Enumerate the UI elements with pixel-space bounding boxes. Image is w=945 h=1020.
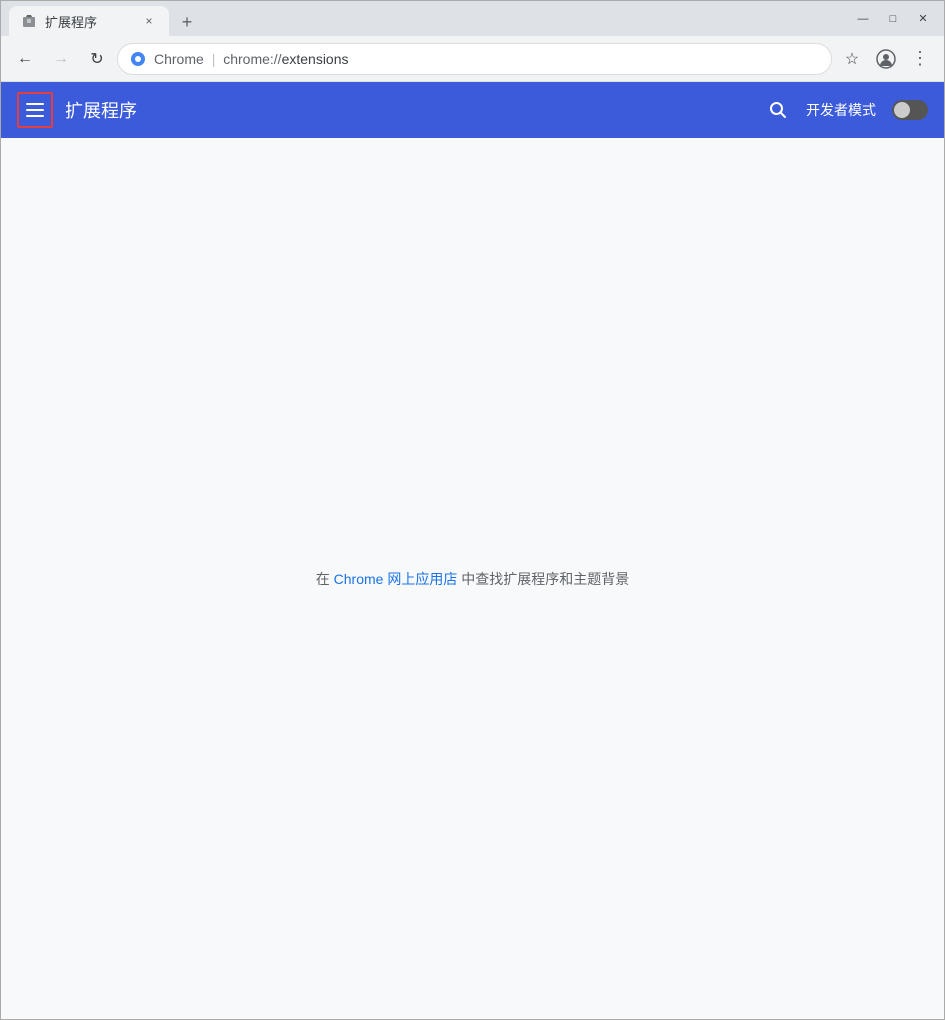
address-text: Chrome | chrome://extensions <box>154 51 819 67</box>
close-button[interactable]: ✕ <box>910 9 936 29</box>
address-host: extensions <box>282 51 349 67</box>
bookmark-button[interactable]: ☆ <box>836 43 868 75</box>
search-button[interactable] <box>766 98 790 122</box>
tab-title: 扩展程序 <box>45 12 133 31</box>
address-prefix: Chrome <box>154 51 204 67</box>
empty-text-suffix: 中查找扩展程序和主题背景 <box>461 571 629 587</box>
dev-mode-label: 开发者模式 <box>806 100 876 120</box>
title-bar: 扩展程序 × + — □ ✕ <box>1 1 944 36</box>
empty-state-message: 在 Chrome 网上应用店 中查找扩展程序和主题背景 <box>316 569 629 589</box>
address-separator: | <box>212 51 216 67</box>
account-button[interactable] <box>870 43 902 75</box>
hamburger-line-1 <box>26 103 44 105</box>
back-button[interactable]: ← <box>9 43 41 75</box>
extensions-header: 扩展程序 开发者模式 <box>1 82 944 138</box>
new-tab-button[interactable]: + <box>173 8 201 36</box>
dev-mode-toggle[interactable] <box>892 100 928 120</box>
active-tab[interactable]: 扩展程序 × <box>9 6 169 36</box>
main-content: 在 Chrome 网上应用店 中查找扩展程序和主题背景 <box>1 138 944 1019</box>
address-bar[interactable]: Chrome | chrome://extensions <box>117 43 832 75</box>
nav-right-controls: ☆ ⋮ <box>836 43 936 75</box>
favicon <box>130 51 146 67</box>
minimize-button[interactable]: — <box>850 9 876 29</box>
window-controls: — □ ✕ <box>850 9 936 29</box>
forward-button[interactable]: → <box>45 43 77 75</box>
sidebar-menu-button[interactable] <box>17 92 53 128</box>
page-title: 扩展程序 <box>65 97 137 123</box>
hamburger-line-3 <box>26 115 44 117</box>
tab-strip: 扩展程序 × + <box>9 1 201 36</box>
empty-text-prefix: 在 <box>316 571 330 587</box>
chrome-webstore-link[interactable]: Chrome 网上应用店 <box>334 571 458 587</box>
maximize-button[interactable]: □ <box>880 9 906 29</box>
browser-window: 扩展程序 × + — □ ✕ ← → ↻ Chrome | chro <box>0 0 945 1020</box>
address-scheme: chrome:// <box>223 51 281 67</box>
navigation-bar: ← → ↻ Chrome | chrome://extensions ☆ <box>1 36 944 82</box>
extension-icon <box>21 13 37 29</box>
chrome-menu-button[interactable]: ⋮ <box>904 43 936 75</box>
reload-button[interactable]: ↻ <box>81 43 113 75</box>
header-right: 开发者模式 <box>766 98 928 122</box>
hamburger-line-2 <box>26 109 44 111</box>
tab-close-button[interactable]: × <box>141 13 157 29</box>
